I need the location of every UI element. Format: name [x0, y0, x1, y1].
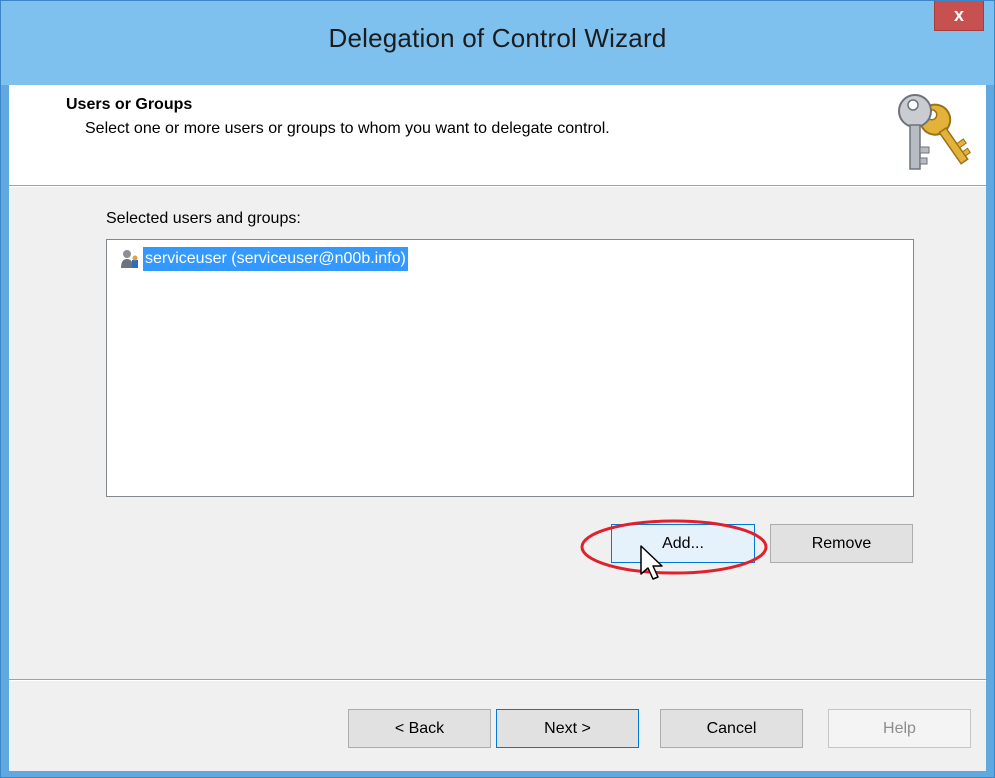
keys-icon — [898, 94, 972, 170]
cancel-button[interactable]: Cancel — [660, 709, 803, 748]
list-item-label: serviceuser (serviceuser@n00b.info) — [143, 247, 408, 271]
users-list-label: Selected users and groups: — [106, 210, 301, 227]
back-button[interactable]: < Back — [348, 709, 491, 748]
wizard-window: Delegation of Control Wizard x Users or … — [0, 0, 995, 778]
next-button[interactable]: Next > — [496, 709, 639, 748]
wizard-body: Users or Groups Select one or more users… — [9, 85, 986, 771]
footer-divider-highlight — [9, 680, 986, 681]
mouse-cursor-icon — [640, 545, 663, 580]
page-title: Users or Groups — [66, 96, 193, 113]
remove-button[interactable]: Remove — [770, 524, 913, 563]
highlight-circle — [580, 519, 768, 575]
help-button[interactable]: Help — [828, 709, 971, 748]
title-bar[interactable]: Delegation of Control Wizard x — [1, 1, 994, 85]
header-panel: Users or Groups Select one or more users… — [9, 85, 986, 185]
window-title: Delegation of Control Wizard — [328, 23, 667, 53]
close-button[interactable]: x — [934, 1, 984, 31]
list-item[interactable]: serviceuser (serviceuser@n00b.info) — [118, 247, 408, 271]
user-icon — [121, 250, 138, 268]
page-subtitle: Select one or more users or groups to wh… — [85, 120, 610, 137]
users-listbox[interactable]: serviceuser (serviceuser@n00b.info) — [106, 239, 914, 497]
header-divider-highlight — [9, 186, 986, 187]
